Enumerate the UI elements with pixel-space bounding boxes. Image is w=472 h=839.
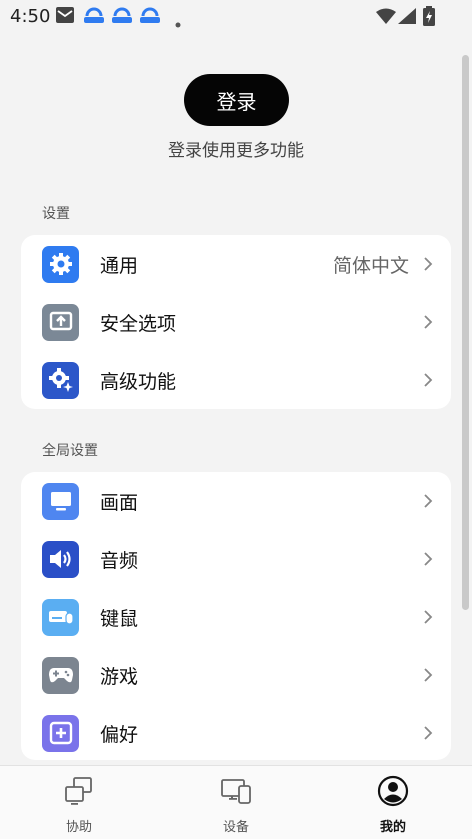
cellular-signal-icon (398, 8, 416, 28)
battery-charging-icon (423, 6, 435, 30)
chevron-right-icon (423, 667, 433, 687)
gear-sparkle-icon (42, 361, 79, 399)
global-item-preferences[interactable]: 偏好 (21, 704, 451, 760)
language-value: 简体中文 (332, 254, 409, 277)
settings-item-label: 高级功能 (100, 370, 177, 393)
tab-mine[interactable]: 我的 (333, 766, 453, 839)
global-item-keyboard-mouse[interactable]: 键鼠 (21, 588, 451, 646)
upload-screen-icon (42, 303, 79, 341)
chevron-right-icon (423, 725, 433, 745)
settings-card: 通用 简体中文 安全选项 高级功能 (21, 235, 451, 409)
section-title-global-settings: 全局设置 (42, 443, 98, 459)
tab-assist[interactable]: 协助 (19, 766, 139, 839)
section-title-settings: 设置 (42, 206, 70, 222)
global-item-label: 画面 (100, 491, 139, 514)
gear-icon (42, 245, 79, 283)
login-button[interactable]: 登录 (184, 74, 289, 126)
chevron-right-icon (423, 609, 433, 629)
speaker-icon (42, 540, 79, 578)
tab-devices[interactable]: 设备 (176, 766, 296, 839)
keyboard-mouse-icon (42, 598, 79, 636)
global-item-label: 音频 (100, 549, 139, 572)
app-notification-icon (83, 6, 105, 30)
settings-item-advanced[interactable]: 高级功能 (21, 351, 451, 409)
status-time: 4:50 (10, 6, 51, 27)
bottom-tab-bar: 协助 设备 我的 (0, 765, 472, 839)
chevron-right-icon (423, 314, 433, 334)
chevron-right-icon (423, 493, 433, 513)
app-notification-icon (139, 6, 161, 30)
login-hint: 登录使用更多功能 (168, 141, 304, 161)
global-item-audio[interactable]: 音频 (21, 530, 451, 588)
status-bar: 4:50 (0, 0, 472, 34)
global-item-label: 偏好 (100, 723, 139, 746)
chevron-right-icon (423, 372, 433, 392)
chevron-right-icon (423, 551, 433, 571)
tab-label: 我的 (379, 820, 406, 835)
global-item-label: 键鼠 (100, 607, 139, 630)
gamepad-icon (42, 656, 79, 694)
settings-item-security[interactable]: 安全选项 (21, 293, 451, 351)
global-item-display[interactable]: 画面 (21, 472, 451, 530)
global-item-game[interactable]: 游戏 (21, 646, 451, 704)
tab-label: 设备 (222, 820, 249, 835)
plus-square-icon (42, 714, 79, 752)
profile-icon (377, 775, 409, 811)
devices-icon (220, 775, 252, 811)
settings-item-general[interactable]: 通用 简体中文 (21, 235, 451, 293)
app-notification-icon (111, 6, 133, 30)
assist-icon (63, 775, 95, 811)
more-notifications-dot-icon (175, 13, 181, 32)
global-settings-card: 画面 音频 键鼠 游戏 偏好 (21, 472, 451, 760)
chevron-right-icon (423, 256, 433, 276)
monitor-icon (42, 482, 79, 520)
global-item-label: 游戏 (100, 665, 139, 688)
wifi-icon (376, 8, 396, 28)
tab-label: 协助 (65, 820, 92, 835)
settings-item-label: 安全选项 (100, 312, 177, 335)
settings-item-label: 通用 (100, 254, 139, 277)
mail-notification-icon (56, 6, 74, 28)
